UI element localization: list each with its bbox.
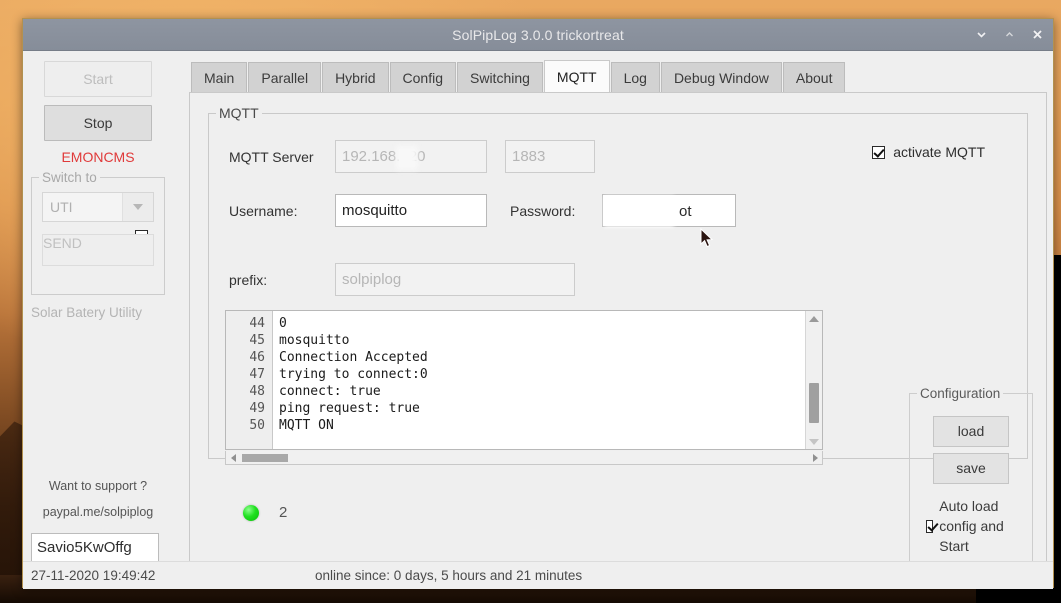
- scroll-left-icon[interactable]: [226, 453, 240, 462]
- autoload-row: Auto load config and Start: [920, 490, 1022, 556]
- tab-log[interactable]: Log: [610, 62, 660, 93]
- paypal-link[interactable]: paypal.me/solpiplog: [23, 505, 173, 519]
- log-horizontal-scroll-thumb[interactable]: [242, 454, 288, 462]
- activate-mqtt-wrap: activate MQTT: [872, 144, 985, 160]
- tab-about[interactable]: About: [782, 62, 846, 93]
- configuration-group-title: Configuration: [917, 386, 1004, 401]
- mqtt-server-row: MQTT Server 192.168. .20 1883 activate M…: [229, 140, 1007, 173]
- load-config-button[interactable]: load: [933, 416, 1009, 447]
- mqtt-group: MQTT MQTT Server 192.168. .20 1883 activ…: [208, 105, 1028, 521]
- connection-count: 2: [279, 504, 288, 521]
- save-config-button[interactable]: save: [933, 453, 1009, 484]
- chevron-down-icon[interactable]: [974, 27, 989, 42]
- password-label: Password:: [510, 202, 576, 219]
- status-online-since: online since: 0 days, 5 hours and 21 min…: [315, 568, 583, 583]
- switch-to-select[interactable]: UTI: [42, 192, 154, 222]
- prefix-input[interactable]: solpiplog: [335, 263, 575, 296]
- application-window: SolPipLog 3.0.0 trickortreat Start Stop …: [22, 18, 1054, 589]
- tab-hybrid[interactable]: Hybrid: [322, 62, 389, 93]
- log-vertical-scroll-thumb[interactable]: [809, 383, 819, 423]
- mqtt-log-view[interactable]: 44 45 46 47 48 49 50 0 mosquitto Connect…: [225, 310, 823, 450]
- title-bar[interactable]: SolPipLog 3.0.0 trickortreat: [23, 19, 1053, 51]
- username-label: Username:: [229, 202, 298, 219]
- activate-mqtt-checkbox[interactable]: [872, 145, 886, 159]
- activate-mqtt-label: activate MQTT: [893, 144, 985, 160]
- scroll-right-icon[interactable]: [808, 453, 822, 462]
- connection-indicator-row: 2: [243, 504, 287, 521]
- mqtt-server-input[interactable]: 192.168. .20: [335, 140, 487, 173]
- password-input[interactable]: ot: [602, 194, 736, 227]
- redaction-blob: [396, 146, 418, 170]
- tab-config[interactable]: Config: [389, 62, 456, 93]
- solar-battery-utility-label: Solar Batery Utility: [31, 305, 143, 320]
- window-body: Start Stop EMONCMS Switch to UTI SEND So…: [23, 51, 1053, 589]
- redaction-blob: [604, 196, 674, 227]
- switch-to-select-value: UTI: [50, 199, 73, 215]
- close-icon[interactable]: [1030, 27, 1045, 42]
- window-title: SolPipLog 3.0.0 trickortreat: [452, 26, 624, 43]
- log-text: 0 mosquitto Connection Accepted trying t…: [279, 316, 428, 433]
- tab-main[interactable]: Main: [191, 62, 248, 93]
- sidebar: Start Stop EMONCMS Switch to UTI SEND So…: [23, 51, 173, 589]
- tab-parallel[interactable]: Parallel: [248, 62, 322, 93]
- mqtt-server-label: MQTT Server: [229, 148, 314, 165]
- log-horizontal-scrollbar[interactable]: [225, 451, 823, 465]
- emoncms-status-label: EMONCMS: [61, 149, 135, 165]
- log-line-numbers: 44 45 46 47 48 49 50: [226, 311, 273, 449]
- scroll-down-icon[interactable]: [806, 434, 822, 449]
- tab-strip: Main Parallel Hybrid Config Switching MQ…: [189, 60, 1047, 93]
- username-input[interactable]: mosquitto: [335, 194, 487, 227]
- chevron-up-icon[interactable]: [1002, 27, 1017, 42]
- prefix-row: prefix: solpiplog: [229, 263, 1007, 296]
- stop-button[interactable]: Stop: [44, 105, 152, 141]
- switch-to-group: Switch to UTI SEND: [31, 170, 165, 295]
- status-datetime: 27-11-2020 19:49:42: [31, 568, 156, 583]
- support-question: Want to support ?: [48, 479, 148, 493]
- scroll-up-icon[interactable]: [806, 311, 822, 326]
- tab-debug-window[interactable]: Debug Window: [660, 62, 782, 93]
- background-black-panel-right: [1053, 255, 1061, 603]
- configuration-group: Configuration load save Auto load config…: [909, 386, 1033, 583]
- prefix-label: prefix:: [229, 271, 268, 288]
- send-button[interactable]: SEND: [42, 234, 154, 266]
- desktop: SolPipLog 3.0.0 trickortreat Start Stop …: [0, 0, 1061, 603]
- password-value: ot: [679, 203, 692, 220]
- status-bar: 27-11-2020 19:49:42 online since: 0 days…: [23, 561, 1053, 589]
- chevron-down-icon[interactable]: [122, 193, 153, 221]
- device-name-input[interactable]: Savio5KwOffg: [31, 533, 159, 563]
- tab-switching[interactable]: Switching: [457, 62, 543, 93]
- support-block: Want to support ? paypal.me/solpiplog: [23, 479, 173, 519]
- start-button[interactable]: Start: [44, 61, 152, 97]
- mqtt-group-title: MQTT: [216, 105, 262, 121]
- autoload-label: Auto load config and Start: [939, 498, 1004, 554]
- tab-mqtt[interactable]: MQTT: [543, 60, 610, 93]
- window-controls: [974, 19, 1045, 50]
- log-vertical-scrollbar[interactable]: [805, 311, 822, 449]
- mqtt-port-input[interactable]: 1883: [505, 140, 595, 173]
- credentials-row: Username: mosquitto Password: ot: [229, 194, 1007, 227]
- switch-to-group-title: Switch to: [39, 170, 100, 185]
- autoload-checkbox[interactable]: [926, 519, 934, 533]
- status-led-icon: [243, 504, 259, 521]
